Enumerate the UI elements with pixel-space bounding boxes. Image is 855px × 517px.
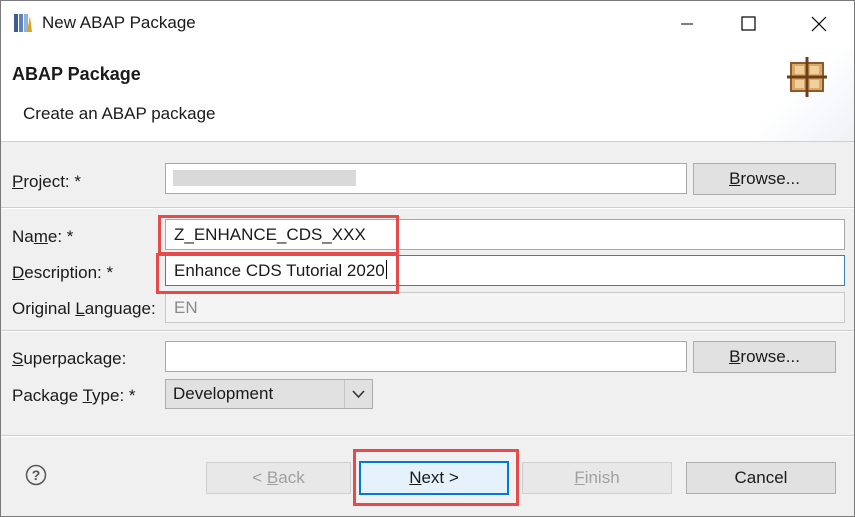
original-language-field: EN (165, 292, 845, 323)
package-type-select[interactable]: Development (165, 379, 373, 409)
close-icon[interactable] (796, 7, 842, 41)
highlight-box-next (353, 449, 519, 506)
highlight-box-description (156, 253, 399, 294)
redacted-project-value (173, 170, 356, 186)
separator-highlight (1, 331, 854, 332)
eclipse-abap-app-icon (14, 14, 32, 32)
dialog-window: New ABAP Package ABAP Package Create an … (0, 0, 855, 517)
superpackage-browse-button[interactable]: Browse... (693, 341, 836, 373)
chevron-down-icon[interactable] (344, 380, 372, 408)
finish-button[interactable]: Finish (522, 462, 672, 494)
superpackage-label: Superpackage: (12, 349, 127, 368)
name-label: Name: * (12, 227, 74, 246)
page-subtitle: Create an ABAP package (23, 104, 216, 123)
help-icon[interactable]: ? (25, 464, 47, 486)
maximize-icon[interactable] (725, 7, 771, 41)
project-label: Project: * (12, 172, 81, 191)
svg-text:?: ? (32, 467, 41, 483)
separator-highlight (1, 208, 854, 209)
page-title: ABAP Package (12, 64, 141, 84)
package-type-label: Package Type: * (12, 386, 136, 405)
package-icon (787, 57, 827, 97)
highlight-box-name (158, 215, 399, 255)
wizard-header: ABAP Package Create an ABAP package (1, 47, 854, 142)
original-language-label: Original Language: (12, 299, 156, 318)
back-button[interactable]: < Back (206, 462, 351, 494)
project-browse-button[interactable]: Browse... (693, 163, 836, 195)
title-bar: New ABAP Package (1, 1, 854, 47)
description-label: Description: * (12, 263, 114, 282)
superpackage-field[interactable] (165, 341, 687, 372)
minimize-icon[interactable] (664, 7, 710, 41)
window-title: New ABAP Package (42, 13, 196, 32)
cancel-button[interactable]: Cancel (686, 462, 836, 494)
footer-separator-highlight (1, 436, 854, 437)
package-type-value: Development (173, 384, 274, 403)
